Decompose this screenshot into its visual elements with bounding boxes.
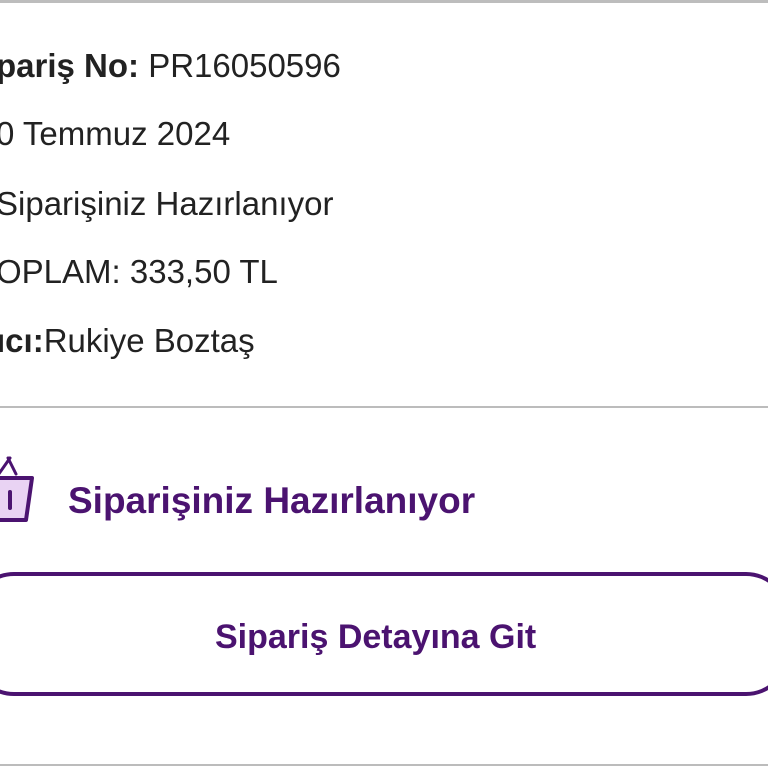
section-divider: [0, 406, 768, 408]
order-date: 0 Temmuz 2024: [0, 115, 231, 152]
order-status-line: Siparişiniz Hazırlanıyor: [0, 185, 334, 222]
recipient-label: ıcı:: [0, 322, 44, 359]
order-number-value: PR16050596: [139, 47, 341, 84]
order-number-label: pariş No:: [0, 47, 140, 84]
order-status-heading: Siparişiniz Hazırlanıyor: [68, 480, 476, 521]
recipient-name: Rukiye Boztaş: [43, 322, 255, 359]
order-number-row: pariş No: PR16050596: [0, 46, 341, 86]
bottom-divider: [0, 764, 768, 766]
shopping-basket-icon: [0, 456, 34, 522]
recipient-row: ıcı:Rukiye Boztaş: [0, 321, 255, 361]
order-total: OPLAM: 333,50 TL: [0, 253, 278, 290]
order-detail-button-label[interactable]: Sipariş Detayına Git: [215, 617, 536, 657]
top-divider: [0, 0, 768, 3]
